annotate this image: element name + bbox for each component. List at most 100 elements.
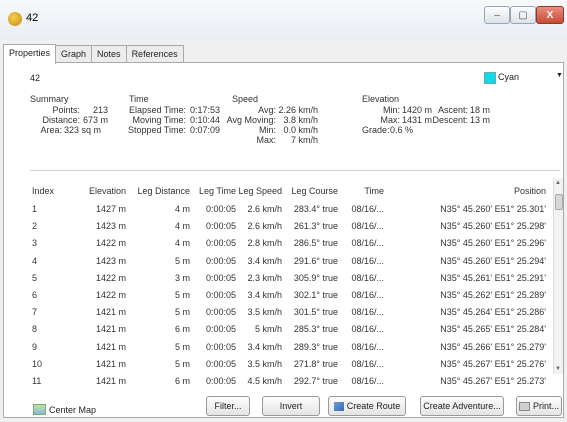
- tab-properties[interactable]: Properties: [3, 44, 57, 64]
- cell-leg-time: 0:00:05: [205, 307, 236, 318]
- table-row[interactable]: 9 1421 m 5 m 0:00:05 3.4 km/h 289.3° true 08/1…: [30, 342, 558, 354]
- cell-leg-speed: 3.5 km/h: [247, 358, 282, 369]
- cell-position: N35° 45.260' E51° 25.294': [440, 255, 546, 266]
- cell-leg-course: 305.9° true: [293, 272, 338, 283]
- cell-index: 7: [32, 307, 38, 318]
- cell-leg-speed: 5 km/h: [254, 324, 282, 335]
- cell-leg-speed: 3.4 km/h: [247, 255, 282, 266]
- table-row[interactable]: 4 1423 m 5 m 0:00:05 3.4 km/h 291.6° true 08/1…: [30, 256, 558, 268]
- table-row[interactable]: 7 1421 m 5 m 0:00:05 3.5 km/h 301.5° true 08/1…: [30, 307, 558, 319]
- cell-index: 2: [32, 221, 38, 232]
- scrollbar[interactable]: ▲ ▼: [553, 178, 563, 374]
- cell-leg-course: 285.3° true: [293, 324, 338, 335]
- cell-index: 10: [32, 358, 43, 369]
- cell-time: 08/16/...: [351, 376, 384, 386]
- cell-time: 08/16/...: [351, 341, 384, 352]
- tab-references[interactable]: References: [125, 45, 184, 63]
- scroll-up-icon[interactable]: ▲: [555, 180, 561, 186]
- map-icon: [33, 404, 46, 415]
- column-header-elevation[interactable]: Elevation: [72, 186, 126, 196]
- descent-label: Descent:: [432, 115, 468, 125]
- avg-moving-speed-label: Avg Moving:: [226, 115, 276, 125]
- center-map-checkbox[interactable]: Center Map: [33, 404, 96, 415]
- points-value: 213: [92, 105, 108, 115]
- cell-position: N35° 45.267' E51° 25.273': [440, 376, 546, 386]
- filter-button[interactable]: Filter...: [206, 396, 250, 416]
- cell-elevation: 1423 m: [95, 221, 126, 232]
- cell-leg-course: 291.6° true: [293, 255, 338, 266]
- cell-elevation: 1421 m: [95, 376, 126, 386]
- table-row[interactable]: 11 1421 m 6 m 0:00:05 4.5 km/h 292.7° true 08/…: [30, 376, 558, 388]
- create-route-label: Create Route: [346, 401, 401, 411]
- column-header-leg-course[interactable]: Leg Course: [282, 186, 338, 196]
- column-header-leg-speed[interactable]: Leg Speed: [236, 186, 282, 196]
- route-icon: [333, 401, 344, 411]
- cell-elevation: 1421 m: [95, 341, 126, 352]
- cell-time: 08/16/...: [351, 324, 384, 335]
- create-route-button[interactable]: Create Route: [328, 396, 406, 416]
- max-speed-label: Max:: [256, 135, 276, 145]
- color-select[interactable]: Cyan: [498, 72, 519, 82]
- column-header-leg-time[interactable]: Leg Time: [190, 186, 236, 196]
- cell-leg-distance: 5 m: [174, 307, 190, 318]
- cell-leg-time: 0:00:05: [205, 221, 236, 232]
- print-button[interactable]: Print...: [516, 396, 562, 416]
- cell-leg-distance: 4 m: [174, 221, 190, 232]
- stopped-time-value: 0:07:09: [190, 125, 221, 135]
- column-header-time[interactable]: Time: [338, 186, 384, 196]
- cell-position: N35° 45.261' E51° 25.291': [440, 272, 546, 283]
- cell-elevation: 1422 m: [95, 238, 126, 249]
- cell-leg-course: 301.5° true: [293, 307, 338, 318]
- cell-position: N35° 45.265' E51° 25.284': [440, 324, 546, 335]
- cell-elevation: 1421 m: [95, 307, 126, 318]
- printer-icon: [518, 401, 530, 411]
- avg-moving-speed-value: 3.8 km/h: [283, 115, 318, 125]
- minimize-button[interactable]: –: [484, 6, 510, 24]
- cell-elevation: 1422 m: [95, 290, 126, 300]
- column-header-index[interactable]: Index: [32, 186, 54, 196]
- maximize-button[interactable]: ▢: [510, 6, 536, 24]
- table-row[interactable]: 2 1423 m 4 m 0:00:05 2.6 km/h 261.3° true 08/1…: [30, 221, 558, 233]
- chevron-down-icon[interactable]: ▼: [556, 72, 563, 79]
- cell-leg-distance: 6 m: [174, 324, 190, 335]
- invert-button[interactable]: Invert: [262, 396, 320, 416]
- table-row[interactable]: 8 1421 m 6 m 0:00:05 5 km/h 285.3° true 08/16/…: [30, 324, 558, 336]
- column-header-position[interactable]: Position: [384, 186, 546, 196]
- min-speed-label: Min:: [258, 125, 276, 135]
- cell-leg-course: 286.5° true: [293, 238, 338, 249]
- elevation-heading: Elevation: [362, 94, 400, 104]
- cell-time: 08/16/...: [351, 221, 384, 232]
- table-row[interactable]: 6 1422 m 5 m 0:00:05 3.4 km/h 302.1° true 08/1…: [30, 290, 558, 302]
- cell-leg-time: 0:00:05: [205, 272, 236, 283]
- cell-leg-distance: 5 m: [174, 358, 190, 369]
- track-name-field[interactable]: 42: [30, 73, 40, 83]
- distance-value: 673 m: [82, 115, 108, 125]
- table-row[interactable]: 5 1422 m 3 m 0:00:05 2.3 km/h 305.9° true 08/1…: [30, 273, 558, 285]
- table-row[interactable]: 3 1422 m 4 m 0:00:05 2.8 km/h 286.5° true 08/1…: [30, 238, 558, 250]
- cell-leg-speed: 2.8 km/h: [247, 238, 282, 249]
- scroll-down-icon[interactable]: ▼: [555, 366, 561, 372]
- cell-leg-course: 292.7° true: [293, 376, 338, 386]
- points-label: Points:: [52, 105, 80, 115]
- create-adventure-button[interactable]: Create Adventure...: [420, 396, 504, 416]
- tab-notes[interactable]: Notes: [91, 45, 127, 63]
- cell-leg-time: 0:00:05: [205, 204, 236, 214]
- cell-time: 08/16/...: [351, 238, 384, 249]
- tab-graph[interactable]: Graph: [55, 45, 93, 63]
- avg-speed-label: Avg:: [258, 105, 276, 115]
- scroll-thumb[interactable]: [555, 194, 563, 210]
- title-bar: 42 – ▢ X: [0, 0, 567, 40]
- cell-leg-time: 0:00:05: [205, 255, 236, 266]
- cell-leg-course: 302.1° true: [293, 290, 338, 300]
- cell-time: 08/16/...: [351, 358, 384, 369]
- cell-index: 3: [32, 238, 38, 249]
- elevation-max-label: Max:: [380, 115, 400, 125]
- close-button[interactable]: X: [536, 6, 564, 24]
- cell-index: 9: [32, 341, 38, 352]
- cell-leg-time: 0:00:05: [205, 376, 236, 386]
- table-row[interactable]: 1 1427 m 4 m 0:00:05 2.6 km/h 283.4° true 08/1…: [30, 204, 558, 216]
- column-header-leg-distance[interactable]: Leg Distance: [126, 186, 190, 196]
- elevation-max-value: 1431 m: [402, 115, 433, 125]
- cell-leg-time: 0:00:05: [205, 290, 236, 300]
- table-row[interactable]: 10 1421 m 5 m 0:00:05 3.5 km/h 271.8° true 08/…: [30, 359, 558, 371]
